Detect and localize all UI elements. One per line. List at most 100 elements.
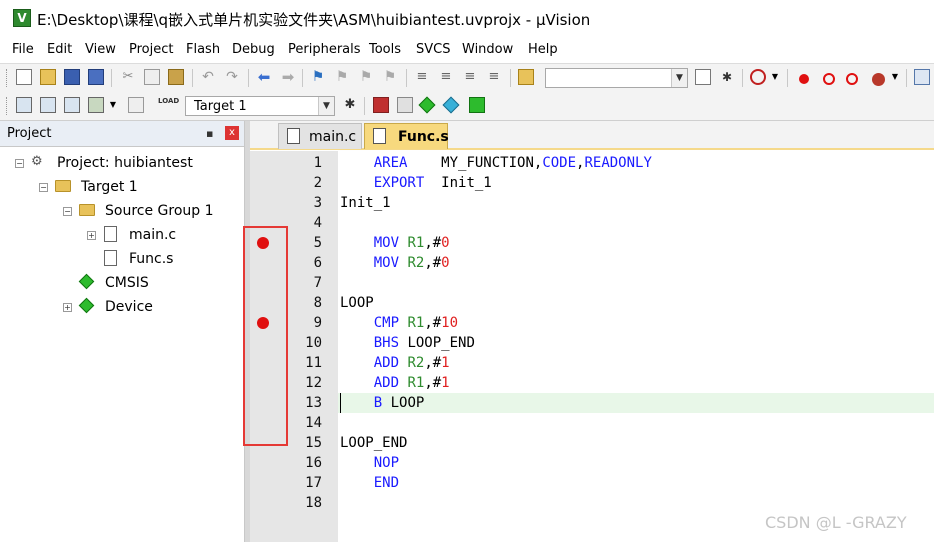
undo-icon[interactable]: ↶ — [200, 69, 216, 85]
tree-file-main-c[interactable]: main.c — [129, 227, 176, 243]
code-line-6[interactable]: 6 MOV R2,#0 — [250, 253, 934, 273]
tree-target[interactable]: Target 1 — [81, 179, 138, 195]
menu-project[interactable]: Project — [129, 42, 173, 57]
tree-project-root[interactable]: Project: huibiantest — [57, 155, 193, 171]
code-line-8[interactable]: 8 LOOP — [250, 293, 934, 313]
watermark: CSDN @L -GRAZY — [765, 513, 907, 532]
comment-icon[interactable]: ≡ — [462, 69, 478, 85]
group-folder-icon — [79, 204, 95, 216]
code-line-1[interactable]: 1 AREA MY_FUNCTION,CODE,READONLY — [250, 153, 934, 173]
menu-help[interactable]: Help — [528, 42, 558, 57]
file-extensions-icon[interactable] — [397, 97, 413, 113]
code-line-4[interactable]: 4 — [250, 213, 934, 233]
code-line-12[interactable]: 12 ADD R1,#1 — [250, 373, 934, 393]
device-component-icon — [78, 297, 95, 314]
tree-expand-device-icon[interactable]: + — [63, 303, 72, 312]
code-line-3[interactable]: 3 Init_1 — [250, 193, 934, 213]
pin-icon[interactable]: ▪ — [206, 127, 213, 140]
next-bookmark-icon[interactable]: ⚑ — [358, 69, 374, 85]
close-icon[interactable]: x — [225, 126, 239, 140]
tree-collapse-target-icon[interactable]: − — [39, 183, 48, 192]
redo-icon[interactable]: ↷ — [224, 69, 240, 85]
tree-collapse-group-icon[interactable]: − — [63, 207, 72, 216]
tab-func-s[interactable]: Func.s — [364, 123, 449, 149]
save-icon[interactable] — [64, 69, 80, 85]
code-line-17[interactable]: 17 END — [250, 473, 934, 493]
code-text: CMP R1,#10 — [373, 315, 459, 331]
cut-icon[interactable]: ✂ — [120, 69, 136, 85]
save-all-icon[interactable] — [88, 69, 104, 85]
code-line-5[interactable]: 5 MOV R1,#0 — [250, 233, 934, 253]
chevron-down-icon[interactable]: ▼ — [318, 97, 334, 115]
enable-breakpoint-icon[interactable] — [823, 73, 835, 85]
pack-installer-icon[interactable] — [469, 97, 485, 113]
translate-icon[interactable] — [16, 97, 32, 113]
menu-peripherals[interactable]: Peripherals — [288, 42, 361, 57]
chevron-down-icon[interactable]: ▼ — [671, 69, 687, 87]
batch-build-icon[interactable] — [88, 97, 104, 113]
copy-icon[interactable] — [144, 69, 160, 85]
tree-expand-mainc-icon[interactable]: + — [87, 231, 96, 240]
insert-breakpoint-icon[interactable] — [799, 74, 809, 84]
menu-edit[interactable]: Edit — [47, 42, 72, 57]
chevron-down-icon[interactable]: ▼ — [770, 69, 780, 85]
window-layout-icon[interactable] — [914, 69, 930, 85]
tree-cmsis[interactable]: CMSIS — [105, 275, 149, 291]
menu-svcs[interactable]: SVCS — [416, 42, 450, 57]
download-icon[interactable]: LOAD — [158, 97, 179, 113]
tree-source-group[interactable]: Source Group 1 — [105, 203, 214, 219]
code-line-14[interactable]: 14 — [250, 413, 934, 433]
disable-all-breakpoints-icon[interactable] — [846, 73, 858, 85]
rebuild-icon[interactable] — [64, 97, 80, 113]
prev-bookmark-icon[interactable]: ⚑ — [334, 69, 350, 85]
menu-view[interactable]: View — [85, 42, 116, 57]
menu-bar: File Edit View Project Flash Debug Perip… — [0, 38, 934, 62]
select-software-packs-icon[interactable] — [442, 96, 460, 114]
menu-window[interactable]: Window — [462, 42, 513, 57]
code-editor[interactable]: 1 AREA MY_FUNCTION,CODE,READONLY 2 EXPOR… — [250, 151, 934, 542]
tree-file-func-s[interactable]: Func.s — [129, 251, 173, 267]
new-file-icon[interactable] — [16, 69, 32, 85]
paste-icon[interactable] — [168, 69, 184, 85]
build-icon[interactable] — [40, 97, 56, 113]
code-line-10[interactable]: 10 BHS LOOP_END — [250, 333, 934, 353]
code-line-13-current[interactable]: 13 B LOOP — [250, 393, 934, 413]
kill-all-breakpoints-icon[interactable] — [872, 73, 885, 86]
unindent-icon[interactable]: ≡ — [438, 69, 454, 85]
code-line-11[interactable]: 11 ADD R2,#1 — [250, 353, 934, 373]
find-combo[interactable]: ▼ — [545, 68, 688, 88]
toolbar-grip[interactable] — [6, 97, 10, 115]
tree-collapse-project-icon[interactable]: − — [15, 159, 24, 168]
run-time-environment-icon[interactable] — [418, 96, 436, 114]
navigate-forward-icon[interactable]: ➡ — [280, 69, 296, 85]
open-file-icon[interactable] — [40, 69, 56, 85]
chevron-down-icon[interactable]: ▼ — [890, 69, 900, 85]
uncomment-icon[interactable]: ≡ — [486, 69, 502, 85]
clear-bookmarks-icon[interactable]: ⚑ — [382, 69, 398, 85]
code-line-7[interactable]: 7 — [250, 273, 934, 293]
code-line-2[interactable]: 2 EXPORT Init_1 — [250, 173, 934, 193]
debug-session-icon[interactable] — [750, 69, 766, 85]
code-line-18[interactable]: 18 — [250, 493, 934, 513]
menu-flash[interactable]: Flash — [186, 42, 220, 57]
code-line-15[interactable]: 15 LOOP_END — [250, 433, 934, 453]
stop-build-icon[interactable] — [128, 97, 144, 113]
toolbar-grip[interactable] — [6, 69, 10, 87]
manage-components-icon[interactable] — [373, 97, 389, 113]
find-in-files-icon[interactable] — [518, 69, 534, 85]
navigate-back-icon[interactable]: ⬅ — [256, 69, 272, 85]
code-line-9[interactable]: 9 CMP R1,#10 — [250, 313, 934, 333]
find-icon[interactable] — [695, 69, 711, 85]
target-options-icon[interactable]: ✱ — [342, 97, 358, 113]
tree-device[interactable]: Device — [105, 299, 153, 315]
tab-main-c[interactable]: main.c — [278, 123, 362, 149]
chevron-down-icon[interactable]: ▼ — [108, 97, 118, 113]
menu-tools[interactable]: Tools — [369, 42, 401, 57]
indent-icon[interactable]: ≡ — [414, 69, 430, 85]
menu-debug[interactable]: Debug — [232, 42, 275, 57]
bookmark-icon[interactable]: ⚑ — [310, 69, 326, 85]
menu-file[interactable]: File — [12, 42, 34, 57]
target-select[interactable]: Target 1 ▼ — [185, 96, 335, 116]
code-line-16[interactable]: 16 NOP — [250, 453, 934, 473]
incremental-find-icon[interactable]: ✱ — [719, 69, 735, 85]
